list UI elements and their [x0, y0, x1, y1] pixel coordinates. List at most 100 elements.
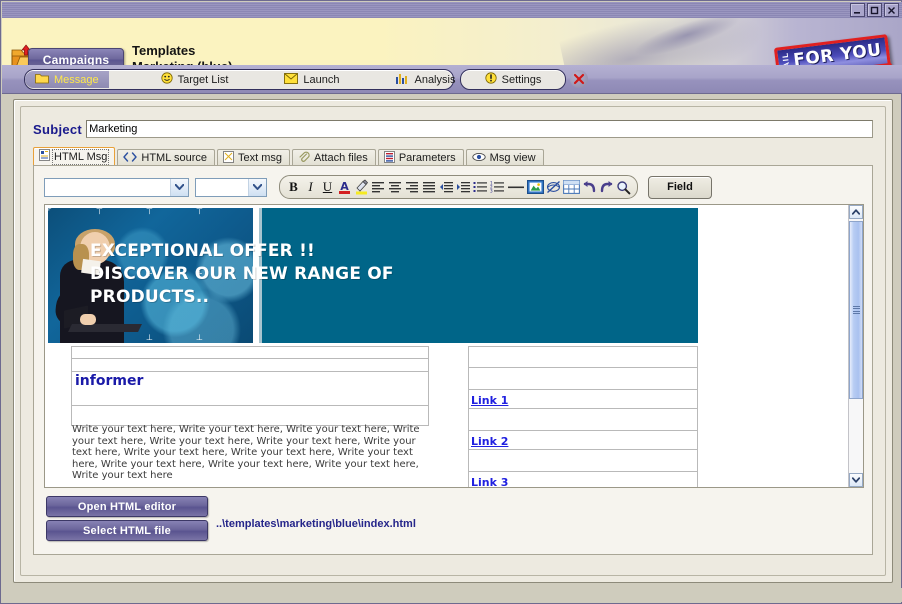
- nav-tab-target-list[interactable]: Target List: [151, 71, 239, 88]
- nav-tab-settings[interactable]: Settings: [460, 69, 566, 90]
- email-link-3[interactable]: Link 3: [471, 476, 508, 487]
- logo-mail-text: MAIL: [780, 51, 793, 65]
- font-size-select[interactable]: [195, 177, 267, 197]
- format-button-group: B I U A 1 2 3: [279, 175, 638, 199]
- subject-input[interactable]: [86, 120, 873, 138]
- tab-parameters[interactable]: Parameters: [377, 149, 464, 166]
- application-window: Campaigns Templates Marketing (blue) MAI…: [0, 0, 902, 604]
- editor-tab-strip: HTML Msg HTML source Text msg Attach fil…: [33, 147, 546, 166]
- logo-foryou-text: FOR YOU: [792, 39, 883, 65]
- scrollbar-thumb[interactable]: [849, 221, 863, 399]
- email-body-text: Write your text here, Write your text he…: [72, 424, 420, 482]
- tab-msg-view-label: Msg view: [489, 152, 536, 164]
- tab-attach-files[interactable]: Attach files: [292, 149, 376, 166]
- font-color-icon[interactable]: A: [336, 178, 353, 196]
- highlight-icon[interactable]: [353, 178, 370, 196]
- chevron-down-icon: [248, 178, 266, 196]
- bullet-list-icon[interactable]: [472, 178, 489, 196]
- align-justify-icon[interactable]: [421, 178, 438, 196]
- tab-html-msg[interactable]: HTML Msg: [33, 147, 116, 166]
- email-link-2[interactable]: Link 2: [471, 435, 508, 448]
- insert-link-icon[interactable]: [545, 178, 562, 196]
- main-navigation-bar: Message Target List Launch Analysis Sett…: [2, 65, 902, 94]
- email-right-column: Link 1 Link 2 Link 3: [468, 346, 698, 487]
- app-logo: MAIL FOR YOU BASE: [768, 31, 897, 65]
- outdent-icon[interactable]: [438, 178, 455, 196]
- registration-mark: ⊥: [196, 333, 203, 342]
- registration-mark: ⌜: [48, 208, 52, 216]
- campaigns-button[interactable]: Campaigns: [28, 48, 124, 65]
- paperclip-icon: [298, 151, 310, 166]
- tab-html-source-label: HTML source: [141, 152, 207, 164]
- app-header: Campaigns Templates Marketing (blue) MAI…: [2, 18, 902, 65]
- email-preview-container: ⌜ ⊤ ⊤ ⊤ + + + ⊥ ⊥ EXCEPTIONAL OFFER !! D…: [44, 204, 864, 488]
- select-html-file-button[interactable]: Select HTML file: [46, 520, 208, 541]
- selected-file-path: ..\templates\marketing\blue\index.html: [216, 518, 416, 530]
- tab-html-source[interactable]: HTML source: [117, 149, 215, 166]
- text-doc-icon: [223, 150, 234, 166]
- nav-tab-settings-label: Settings: [501, 73, 542, 86]
- align-left-icon[interactable]: [370, 178, 387, 196]
- scroll-up-button[interactable]: [849, 205, 863, 219]
- info-icon: [485, 72, 497, 87]
- preview-scrollbar[interactable]: [848, 205, 863, 487]
- insert-image-icon[interactable]: [526, 178, 545, 196]
- status-bar: [2, 588, 902, 602]
- table-row: [71, 346, 429, 359]
- nav-tab-message[interactable]: Message: [25, 71, 109, 88]
- italic-icon[interactable]: I: [302, 178, 319, 196]
- numbered-list-icon[interactable]: 123: [489, 178, 506, 196]
- nav-tab-analysis-label: Analysis: [414, 73, 456, 86]
- insert-field-button[interactable]: Field: [648, 175, 712, 199]
- undo-icon[interactable]: [581, 178, 598, 196]
- zoom-icon[interactable]: [615, 178, 632, 196]
- bold-icon[interactable]: B: [285, 178, 302, 196]
- link-row: Link 2: [468, 431, 698, 450]
- eye-icon: [472, 152, 486, 165]
- email-link-1[interactable]: Link 1: [471, 394, 508, 407]
- subject-label: Subject: [33, 121, 83, 137]
- banner-headline-line2: DISCOVER OUR NEW RANGE OF: [90, 264, 394, 284]
- nav-tab-launch-label: Launch: [303, 73, 340, 86]
- nav-tab-launch[interactable]: Launch: [274, 71, 349, 88]
- align-right-icon[interactable]: [404, 178, 421, 196]
- editor-footer-actions: Open HTML editor Select HTML file ..\tem…: [46, 496, 886, 544]
- font-family-select[interactable]: [44, 177, 189, 197]
- table-row: [468, 414, 698, 431]
- bar-chart-icon: [395, 73, 409, 87]
- select-html-file-label: Select HTML file: [83, 524, 171, 537]
- nav-tab-analysis[interactable]: Analysis: [385, 71, 465, 88]
- red-x-icon[interactable]: [570, 70, 588, 88]
- nav-tab-message-label: Message: [54, 73, 99, 86]
- insert-field-label: Field: [667, 181, 693, 193]
- horizontal-rule-icon[interactable]: [506, 178, 526, 196]
- campaigns-label: Campaigns: [42, 52, 110, 66]
- page-title-line1: Templates: [132, 43, 196, 58]
- table-row: [468, 455, 698, 472]
- scrollbar-grip: [852, 304, 860, 316]
- open-html-editor-label: Open HTML editor: [77, 500, 177, 513]
- folder-icon: [35, 73, 49, 87]
- underline-icon[interactable]: U: [319, 178, 336, 196]
- email-left-column: informer: [71, 346, 429, 426]
- chevron-down-icon: [170, 178, 188, 196]
- email-preview[interactable]: ⌜ ⊤ ⊤ ⊤ + + + ⊥ ⊥ EXCEPTIONAL OFFER !! D…: [45, 205, 848, 487]
- indent-icon[interactable]: [455, 178, 472, 196]
- table-row: [468, 373, 698, 390]
- minimize-button[interactable]: [850, 3, 865, 17]
- close-button[interactable]: [884, 3, 899, 17]
- align-center-icon[interactable]: [387, 178, 404, 196]
- tab-text-msg[interactable]: Text msg: [216, 149, 290, 166]
- section-heading-informer: informer: [71, 372, 429, 406]
- open-html-editor-button[interactable]: Open HTML editor: [46, 496, 208, 517]
- maximize-restore-button[interactable]: [867, 3, 882, 17]
- content-panel: Subject HTML Msg HTML source: [13, 99, 893, 583]
- email-banner: ⌜ ⊤ ⊤ ⊤ + + + ⊥ ⊥ EXCEPTIONAL OFFER !! D…: [48, 208, 698, 343]
- formatting-toolbar: B I U A 1 2 3 Field: [44, 175, 712, 199]
- tab-html-msg-label: HTML Msg: [51, 148, 110, 165]
- redo-icon[interactable]: [598, 178, 615, 196]
- nav-tab-group: Message Target List Launch Analysis: [24, 69, 455, 90]
- tab-msg-view[interactable]: Msg view: [465, 149, 544, 166]
- insert-table-icon[interactable]: [562, 178, 581, 196]
- scroll-down-button[interactable]: [849, 473, 863, 487]
